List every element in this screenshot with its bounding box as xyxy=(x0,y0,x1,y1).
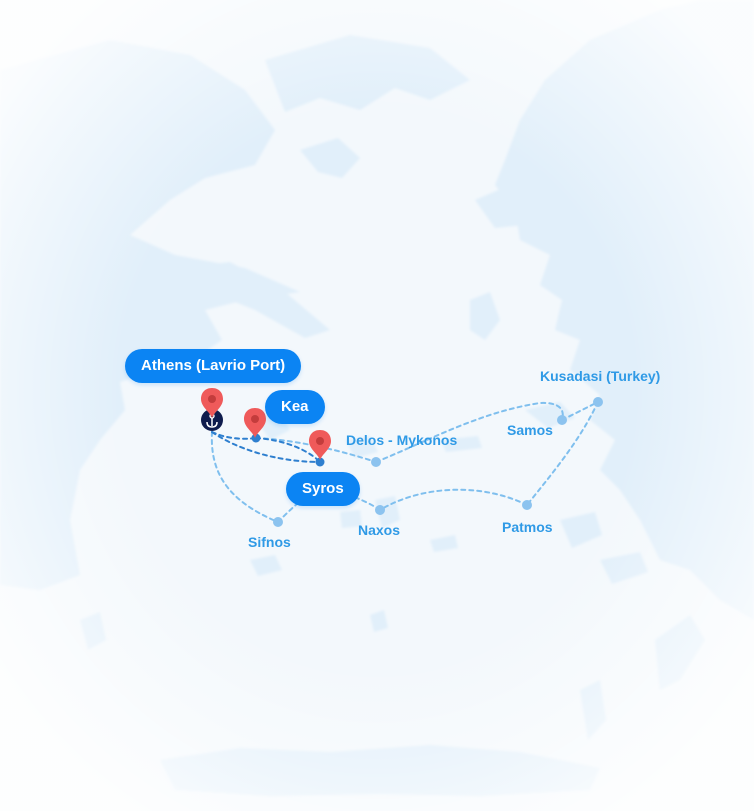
label-naxos[interactable]: Naxos xyxy=(358,522,400,538)
stop-dot-naxos[interactable] xyxy=(375,505,385,515)
stop-dot-kusadasi[interactable] xyxy=(593,397,603,407)
label-samos[interactable]: Samos xyxy=(507,422,553,438)
label-sifnos[interactable]: Sifnos xyxy=(248,534,291,550)
map-canvas xyxy=(0,0,754,811)
stop-dot-sifnos[interactable] xyxy=(273,517,283,527)
edge-fade xyxy=(0,0,754,811)
stop-dot-delos-mykonos[interactable] xyxy=(371,457,381,467)
stop-dot-patmos[interactable] xyxy=(522,500,532,510)
label-delos-mykonos[interactable]: Delos - Mykonos xyxy=(346,432,457,448)
label-kusadasi[interactable]: Kusadasi (Turkey) xyxy=(540,368,660,384)
route-map: Athens (Lavrio Port) Kea Syros Delos - M… xyxy=(0,0,754,811)
stop-dot-samos[interactable] xyxy=(557,415,567,425)
pill-syros[interactable]: Syros xyxy=(286,472,360,506)
label-patmos[interactable]: Patmos xyxy=(502,519,553,535)
pill-kea[interactable]: Kea xyxy=(265,390,325,424)
pill-athens-lavrio-port[interactable]: Athens (Lavrio Port) xyxy=(125,349,302,383)
